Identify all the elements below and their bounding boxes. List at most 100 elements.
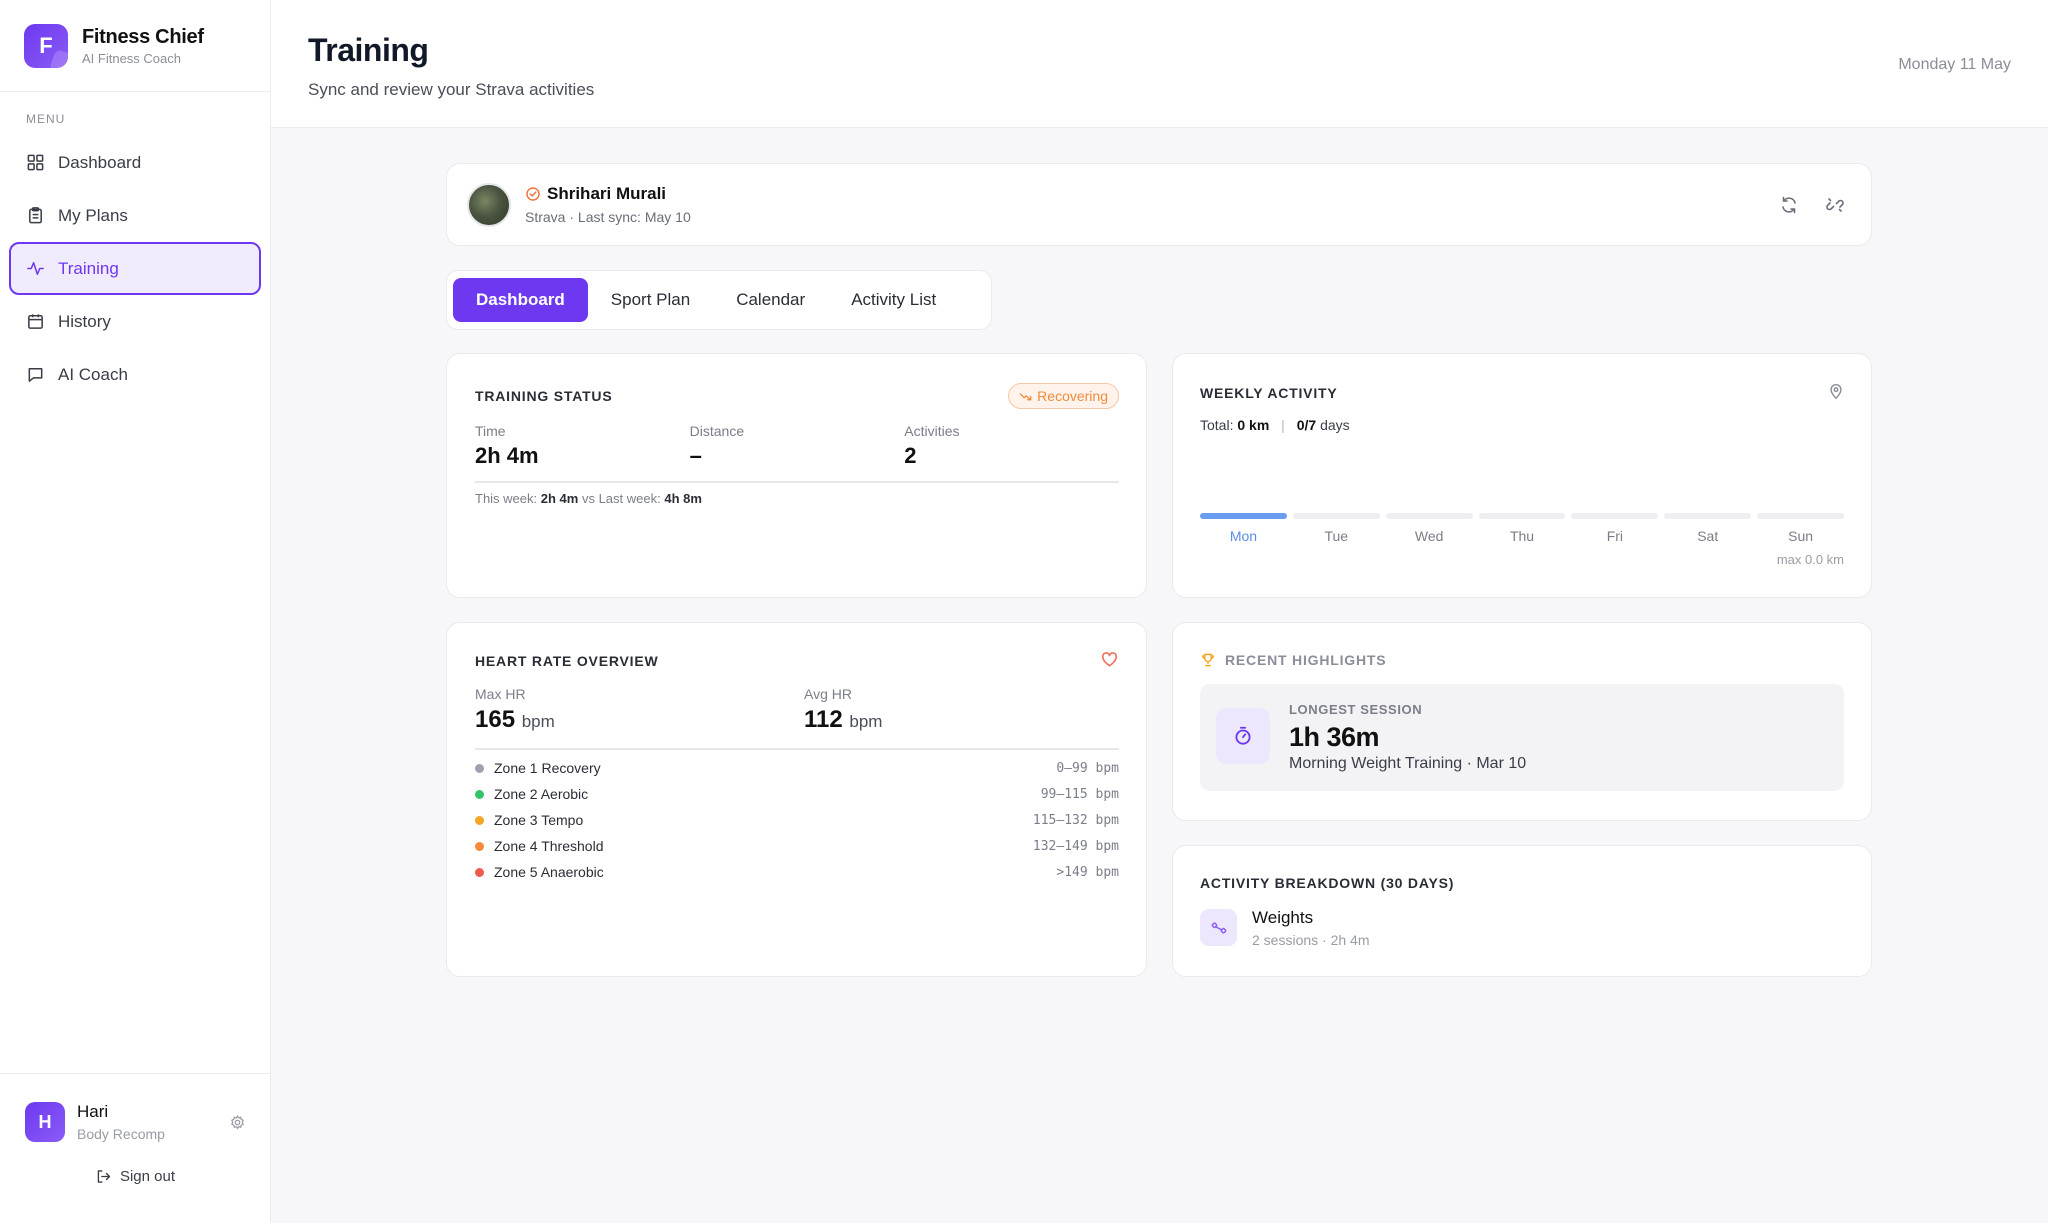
- logout-icon: [97, 1170, 111, 1183]
- day-tue: Tue: [1292, 513, 1380, 544]
- stat-value-row: 165 bpm: [475, 706, 804, 734]
- refresh-icon[interactable]: [1779, 195, 1799, 215]
- sidebar-item-ai-coach[interactable]: AI Coach: [9, 348, 261, 401]
- stat-value: 2h 4m: [475, 443, 539, 468]
- sync-status: Strava · Last sync: May 10: [525, 209, 691, 225]
- this-week-value: 2h 4m: [540, 491, 579, 506]
- profile-text: Shrihari Murali Strava · Last sync: May …: [525, 184, 691, 225]
- weekday-bars: Mon Tue Wed Thu Fri Sat Sun: [1200, 513, 1845, 544]
- sidebar-item-training[interactable]: Training: [9, 242, 261, 295]
- zone-dot: [475, 789, 484, 799]
- day-bar: [1385, 513, 1473, 519]
- week-comparison: This week: 2h 4m vs Last week: 4h 8m: [475, 491, 702, 506]
- stat-label: Distance: [689, 423, 745, 439]
- unlink-icon[interactable]: [1825, 195, 1845, 215]
- gear-icon[interactable]: [229, 1114, 246, 1131]
- sidebar-item-dashboard[interactable]: Dashboard: [9, 136, 261, 189]
- divider: [475, 481, 1119, 483]
- training-status-card: TRAINING STATUS Recovering Time 2h 4m Di…: [446, 353, 1147, 598]
- sign-out-label: Sign out: [119, 1168, 176, 1185]
- zone-row: Zone 3 Tempo 115–132 bpm: [475, 807, 1119, 833]
- map-pin-icon[interactable]: [1827, 382, 1845, 400]
- highlight-icon-box: [1216, 708, 1270, 764]
- brand-name: Fitness Chief: [82, 25, 204, 48]
- stopwatch-icon: [1235, 726, 1251, 745]
- recent-highlights-card: RECENT HIGHLIGHTS LONGEST SESSION 1h 36m…: [1172, 622, 1872, 821]
- stat-distance: Distance –: [690, 423, 905, 469]
- highlight-description: Morning Weight Training · Mar 10: [1289, 755, 1527, 772]
- profile-name: Shrihari Murali: [547, 184, 667, 203]
- zone-range: 132–149 bpm: [1032, 838, 1119, 854]
- day-label: Thu: [1509, 528, 1535, 544]
- card-title: HEART RATE OVERVIEW: [475, 653, 659, 669]
- day-sat: Sat: [1664, 513, 1752, 544]
- sidebar-item-history[interactable]: History: [9, 295, 261, 348]
- card-title: WEEKLY ACTIVITY: [1200, 385, 1338, 401]
- menu-label: MENU: [26, 112, 66, 126]
- day-label: Fri: [1606, 528, 1624, 544]
- total-value: 0 km: [1237, 417, 1270, 433]
- max-distance: max 0.0 km: [1776, 552, 1844, 567]
- avatar[interactable]: H: [25, 1102, 65, 1142]
- card-title: RECENT HIGHLIGHTS: [1225, 652, 1387, 668]
- stat-avg-hr: Avg HR 112 bpm: [804, 686, 1133, 734]
- day-bar: [1292, 513, 1380, 519]
- activity-type-name: Weights: [1252, 908, 1314, 927]
- stat-label: Time: [475, 423, 506, 439]
- day-mon: Mon: [1200, 513, 1287, 544]
- week-middle: vs Last week:: [581, 491, 661, 506]
- day-label: Tue: [1324, 528, 1349, 544]
- stat-value: 2: [904, 443, 917, 468]
- day-thu: Thu: [1478, 513, 1566, 544]
- highlight-item[interactable]: LONGEST SESSION 1h 36m Morning Weight Tr…: [1200, 684, 1844, 791]
- days-value: 0/7: [1296, 417, 1317, 433]
- user-text: Hari Body Recomp: [77, 1102, 229, 1142]
- card-title: TRAINING STATUS: [475, 388, 613, 404]
- stat-time: Time 2h 4m: [475, 423, 690, 469]
- zone-name: Zone 4 Threshold: [494, 838, 604, 854]
- status-badge: Recovering: [1008, 383, 1119, 409]
- activity-icon: [27, 262, 44, 275]
- highlight-value: 1h 36m: [1289, 722, 1380, 752]
- grid-icon: [27, 154, 44, 171]
- stat-value: 112: [804, 706, 843, 733]
- zone-range: 115–132 bpm: [1032, 812, 1119, 828]
- sidebar-nav: Dashboard My Plans Training History AI C…: [0, 136, 270, 401]
- heart-rate-card: HEART RATE OVERVIEW Max HR 165 bpm Avg H…: [446, 622, 1147, 977]
- separator: |: [1281, 417, 1285, 433]
- avatar[interactable]: [467, 182, 511, 227]
- tab-calendar[interactable]: Calendar: [713, 278, 828, 322]
- stat-unit: bpm: [849, 712, 883, 731]
- sidebar-item-label: History: [58, 311, 111, 331]
- divider: [475, 748, 1119, 750]
- tab-activity-list[interactable]: Activity List: [828, 278, 959, 322]
- sidebar-item-label: Dashboard: [58, 152, 142, 172]
- brand[interactable]: F Fitness Chief AI Fitness Coach: [0, 0, 270, 92]
- card-title: ACTIVITY BREAKDOWN (30 DAYS): [1200, 875, 1455, 891]
- view-tabs: Dashboard Sport Plan Calendar Activity L…: [446, 270, 992, 330]
- stat-label: Max HR: [475, 686, 526, 702]
- user-profile: H Hari Body Recomp: [0, 1074, 270, 1142]
- status-badge-label: Recovering: [1037, 388, 1108, 404]
- day-label: Sat: [1697, 528, 1719, 544]
- zone-row: Zone 1 Recovery 0–99 bpm: [475, 755, 1119, 781]
- tab-sport-plan[interactable]: Sport Plan: [588, 278, 713, 322]
- sign-out-button[interactable]: Sign out: [0, 1168, 270, 1185]
- brand-logo: F: [24, 23, 68, 68]
- stat-unit: bpm: [521, 712, 555, 731]
- chat-icon: [28, 368, 43, 382]
- card-title-row: RECENT HIGHLIGHTS: [1200, 652, 1386, 668]
- sidebar-item-label: AI Coach: [58, 364, 128, 384]
- day-bar: [1757, 513, 1845, 519]
- user-goal: Body Recomp: [77, 1126, 165, 1142]
- stat-value-row: 112 bpm: [804, 706, 1133, 734]
- zone-row: Zone 5 Anaerobic >149 bpm: [475, 859, 1119, 885]
- zone-dot: [475, 815, 484, 825]
- sidebar-item-label: Training: [58, 258, 119, 278]
- tab-dashboard[interactable]: Dashboard: [453, 278, 588, 322]
- day-label: Mon: [1229, 528, 1258, 544]
- sidebar-item-my-plans[interactable]: My Plans: [9, 189, 261, 242]
- sidebar-footer: H Hari Body Recomp Sign out: [0, 1073, 270, 1223]
- zone-row: Zone 4 Threshold 132–149 bpm: [475, 833, 1119, 859]
- day-bar: [1664, 513, 1752, 519]
